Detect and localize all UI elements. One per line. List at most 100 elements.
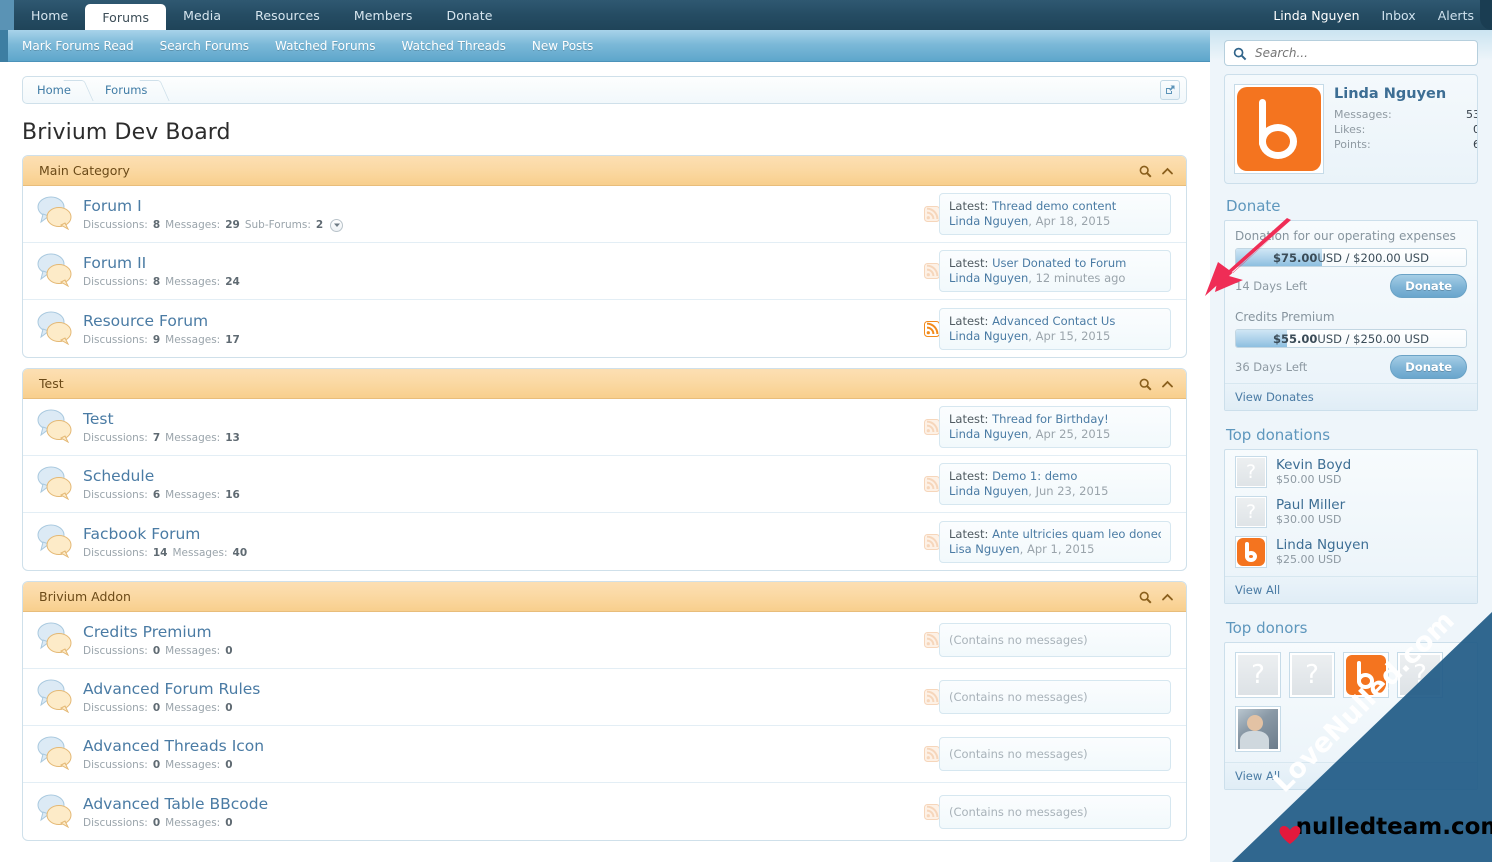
subnav-item-new-posts[interactable]: New Posts xyxy=(519,39,606,53)
messages-label: Messages: xyxy=(165,645,221,657)
category-title: Brivium Addon xyxy=(39,589,131,604)
category-search-icon[interactable] xyxy=(1139,165,1152,178)
rss-feed-icon[interactable] xyxy=(924,206,940,222)
top-donations-view-all-link[interactable]: View All xyxy=(1225,576,1477,603)
forum-row[interactable]: Credits Premium Discussions: 0 Messages:… xyxy=(23,612,1186,669)
top-donors-view-all-link[interactable]: View All xyxy=(1225,762,1477,789)
top-donor-avatar[interactable]: ? xyxy=(1235,652,1281,698)
latest-thread-title[interactable]: User Donated to Forum xyxy=(992,256,1126,270)
top-donor-avatar[interactable] xyxy=(1235,706,1281,752)
subnav-item-search-forums[interactable]: Search Forums xyxy=(147,39,262,53)
user-card-name[interactable]: Linda Nguyen xyxy=(1334,86,1477,102)
nav-tab-members[interactable]: Members xyxy=(337,0,430,30)
latest-post-author-line: Linda Nguyen, Apr 25, 2015 xyxy=(949,427,1111,441)
avatar[interactable] xyxy=(1234,84,1324,174)
nav-tab-donate[interactable]: Donate xyxy=(430,0,510,30)
breadcrumb-item-home[interactable]: Home xyxy=(23,77,91,103)
rss-feed-icon[interactable] xyxy=(924,263,940,279)
nav-alerts-link[interactable]: Alerts xyxy=(1438,8,1474,23)
donor-details: Paul Miller $30.00 USD xyxy=(1276,497,1345,527)
category-collapse-icon[interactable] xyxy=(1161,378,1174,391)
messages-count: 0 xyxy=(225,702,233,714)
donor-name[interactable]: Kevin Boyd xyxy=(1276,457,1351,473)
latest-thread-title[interactable]: Ante ultricies quam leo donec ven... xyxy=(992,527,1161,541)
subnav-item-mark-forums-read[interactable]: Mark Forums Read xyxy=(14,39,147,53)
subnav-item-watched-forums[interactable]: Watched Forums xyxy=(262,39,388,53)
top-donations-section: Top donations ? Kevin Boyd $50.00 USD ? … xyxy=(1224,423,1478,604)
rss-feed-icon[interactable] xyxy=(924,689,940,705)
category-collapse-icon[interactable] xyxy=(1161,591,1174,604)
latest-thread-title[interactable]: Advanced Contact Us xyxy=(992,314,1115,328)
donate-button[interactable]: Donate xyxy=(1390,355,1467,379)
view-donates-link[interactable]: View Donates xyxy=(1225,383,1477,410)
rss-feed-icon[interactable] xyxy=(924,419,940,435)
category-collapse-icon[interactable] xyxy=(1161,165,1174,178)
category-search-icon[interactable] xyxy=(1139,591,1152,604)
latest-prefix: Latest: xyxy=(949,199,989,213)
latest-author[interactable]: Linda Nguyen xyxy=(949,329,1028,343)
forum-row[interactable]: Facbook Forum Discussions: 14 Messages: … xyxy=(23,513,1186,570)
open-in-new-window-icon[interactable] xyxy=(1160,80,1180,100)
forum-row[interactable]: Advanced Forum Rules Discussions: 0 Mess… xyxy=(23,669,1186,726)
search-input[interactable] xyxy=(1225,46,1477,60)
top-donor-avatar[interactable]: ? xyxy=(1289,652,1335,698)
donor-name[interactable]: Paul Miller xyxy=(1276,497,1345,513)
donor-avatar[interactable]: ? xyxy=(1235,496,1267,528)
forum-row[interactable]: Forum I Discussions: 8 Messages: 29 Sub-… xyxy=(23,186,1186,243)
forum-row[interactable]: Advanced Threads Icon Discussions: 0 Mes… xyxy=(23,726,1186,783)
page-title: Brivium Dev Board xyxy=(22,120,231,145)
donor-name[interactable]: Linda Nguyen xyxy=(1276,537,1369,553)
search-box[interactable] xyxy=(1224,40,1478,66)
campaign-label: Credits Premium xyxy=(1235,310,1335,324)
latest-thread-title[interactable]: Thread for Birthday! xyxy=(992,412,1109,426)
latest-prefix: Latest: xyxy=(949,469,989,483)
latest-author[interactable]: Linda Nguyen xyxy=(949,271,1028,285)
chevron-down-icon[interactable] xyxy=(330,218,344,232)
top-donor-avatar[interactable]: ? xyxy=(1397,652,1443,698)
nav-tab-home[interactable]: Home xyxy=(14,0,85,30)
top-donors-body: ??? View All xyxy=(1224,642,1478,790)
latest-thread-title[interactable]: Demo 1: demo xyxy=(992,469,1077,483)
forum-row[interactable]: Schedule Discussions: 6 Messages: 16 Lat… xyxy=(23,456,1186,513)
nav-username[interactable]: Linda Nguyen xyxy=(1273,8,1359,23)
nav-tab-resources[interactable]: Resources xyxy=(238,0,337,30)
rss-feed-icon[interactable] xyxy=(924,632,940,648)
messages-count: 0 xyxy=(225,645,233,657)
forum-row[interactable]: Advanced Table BBcode Discussions: 0 Mes… xyxy=(23,783,1186,840)
latest-author[interactable]: Lisa Nguyen xyxy=(949,542,1020,556)
messages-label: Messages: xyxy=(165,489,221,501)
top-donor-avatar[interactable] xyxy=(1343,652,1389,698)
unknown-avatar-icon: ? xyxy=(1237,458,1265,486)
discussions-count: 9 xyxy=(152,333,161,346)
donate-button[interactable]: Donate xyxy=(1390,274,1467,298)
donate-section-title: Donate xyxy=(1226,197,1281,215)
forum-row[interactable]: Test Discussions: 7 Messages: 13 Latest:… xyxy=(23,399,1186,456)
nav-inbox-link[interactable]: Inbox xyxy=(1382,8,1416,23)
donor-avatar[interactable] xyxy=(1235,536,1267,568)
latest-author[interactable]: Linda Nguyen xyxy=(949,427,1028,441)
rss-feed-icon[interactable] xyxy=(924,476,940,492)
rss-feed-icon[interactable] xyxy=(924,320,940,337)
top-donors-avatar-grid: ??? xyxy=(1225,643,1477,762)
donor-avatar[interactable]: ? xyxy=(1235,456,1267,488)
progress-text: $55.00 USD / $250.00 USD xyxy=(1236,330,1466,347)
subnav-item-watched-threads[interactable]: Watched Threads xyxy=(389,39,519,53)
forum-row[interactable]: Forum II Discussions: 8 Messages: 24 Lat… xyxy=(23,243,1186,300)
nav-tab-forums[interactable]: Forums xyxy=(85,4,167,30)
rss-feed-icon[interactable] xyxy=(924,533,940,550)
latest-thread-title[interactable]: Thread demo content xyxy=(992,199,1116,213)
discussions-label: Discussions: xyxy=(83,702,148,714)
nav-tab-media[interactable]: Media xyxy=(166,0,238,30)
latest-post-box: Latest: Thread for Birthday! Linda Nguye… xyxy=(939,406,1171,448)
rss-feed-icon[interactable] xyxy=(924,746,940,762)
forum-category: Brivium Addon Credits Premium Discussion… xyxy=(22,581,1187,841)
latest-author[interactable]: Linda Nguyen xyxy=(949,214,1028,228)
top-donation-item: ? Kevin Boyd $50.00 USD xyxy=(1225,450,1477,490)
breadcrumb-item-forums[interactable]: Forums xyxy=(91,77,167,103)
latest-author[interactable]: Linda Nguyen xyxy=(949,484,1028,498)
forum-row[interactable]: Resource Forum Discussions: 9 Messages: … xyxy=(23,300,1186,357)
rss-feed-icon[interactable] xyxy=(924,803,940,820)
category-search-icon[interactable] xyxy=(1139,378,1152,391)
unknown-avatar-icon: ? xyxy=(1400,655,1440,695)
latest-post-line: Latest: Demo 1: demo xyxy=(949,469,1161,484)
